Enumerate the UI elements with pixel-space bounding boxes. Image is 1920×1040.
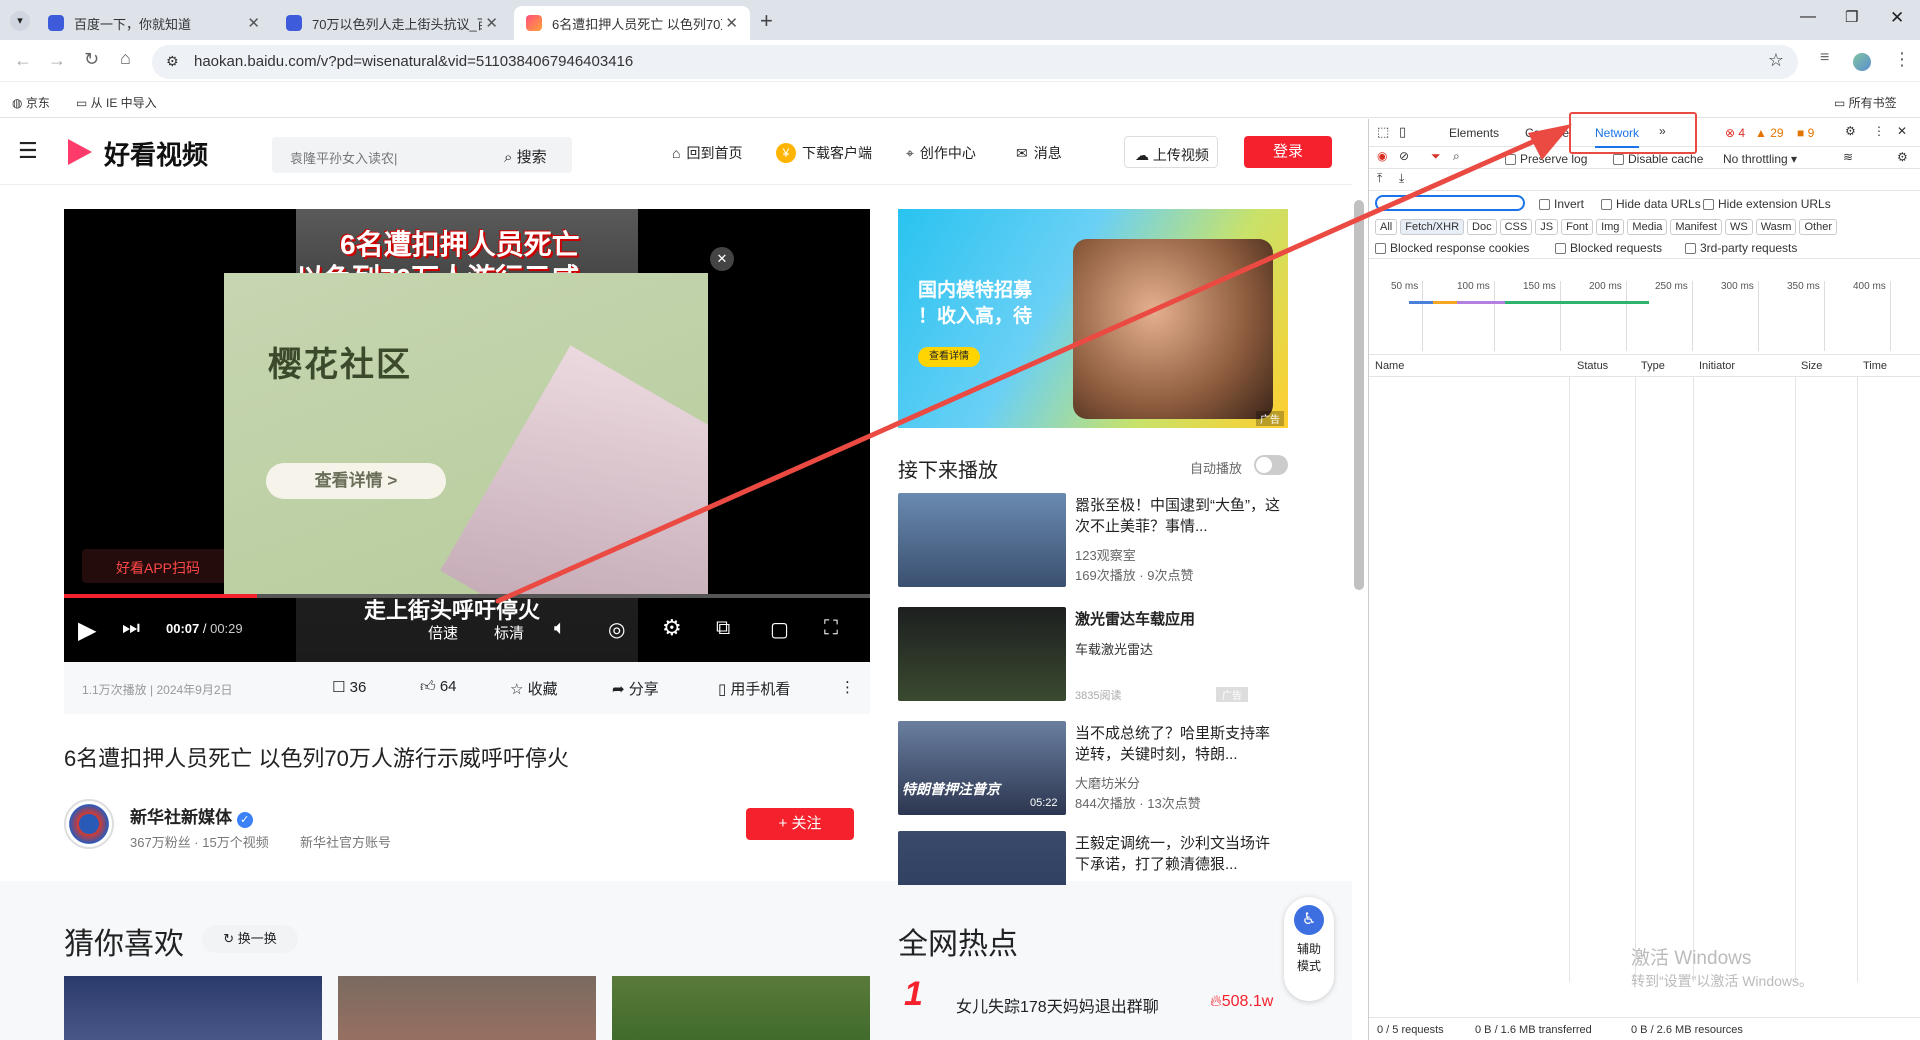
annotation-arrow [495, 124, 1572, 604]
